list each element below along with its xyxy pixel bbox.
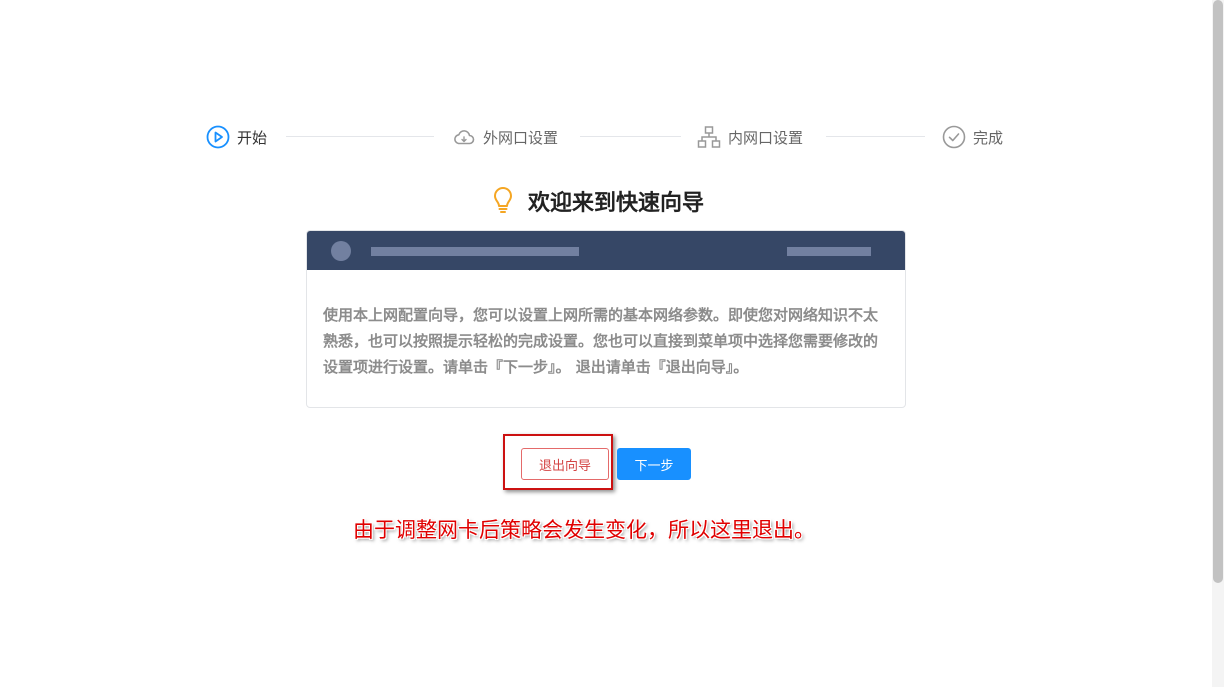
step-connector [286,136,434,137]
wizard-page: 开始 外网口设置 内网口设置 完成 欢迎来到快速向导 使用本上网配置向导，您可以… [0,0,1224,687]
check-circle-icon [942,125,966,149]
header-text-placeholder [371,247,579,256]
step-finish: 完成 [942,124,1003,150]
avatar-placeholder [331,241,351,261]
step-start-label: 开始 [237,128,268,147]
wizard-intro-card: 使用本上网配置向导，您可以设置上网所需的基本网络参数。即使您对网络知识不太熟悉，… [306,230,906,408]
step-start: 开始 [206,124,267,150]
step-connector [580,136,681,137]
step-wan-settings: 外网口设置 [452,124,558,150]
card-header-placeholder [307,231,905,270]
play-circle-icon [206,125,230,149]
page-title-text: 欢迎来到快速向导 [528,191,705,216]
scrollbar-thumb[interactable] [1213,0,1223,583]
scrollbar[interactable] [1212,0,1224,687]
step-finish-label: 完成 [973,128,1004,147]
network-tree-icon [697,125,721,149]
lightbulb-icon [492,187,514,215]
step-lan-settings: 内网口设置 [697,124,803,150]
next-step-button[interactable]: 下一步 [617,448,691,480]
page-title: 欢迎来到快速向导 [492,185,704,217]
step-connector [826,136,925,137]
wizard-description: 使用本上网配置向导，您可以设置上网所需的基本网络参数。即使您对网络知识不太熟悉，… [323,306,879,376]
step-wan-label: 外网口设置 [483,128,559,147]
header-text-placeholder [787,247,871,256]
exit-wizard-button[interactable]: 退出向导 [521,448,609,480]
cloud-icon [452,125,476,149]
annotation-text: 由于调整网卡后策略会发生变化，所以这里退出。 [353,518,815,542]
step-lan-label: 内网口设置 [728,128,804,147]
